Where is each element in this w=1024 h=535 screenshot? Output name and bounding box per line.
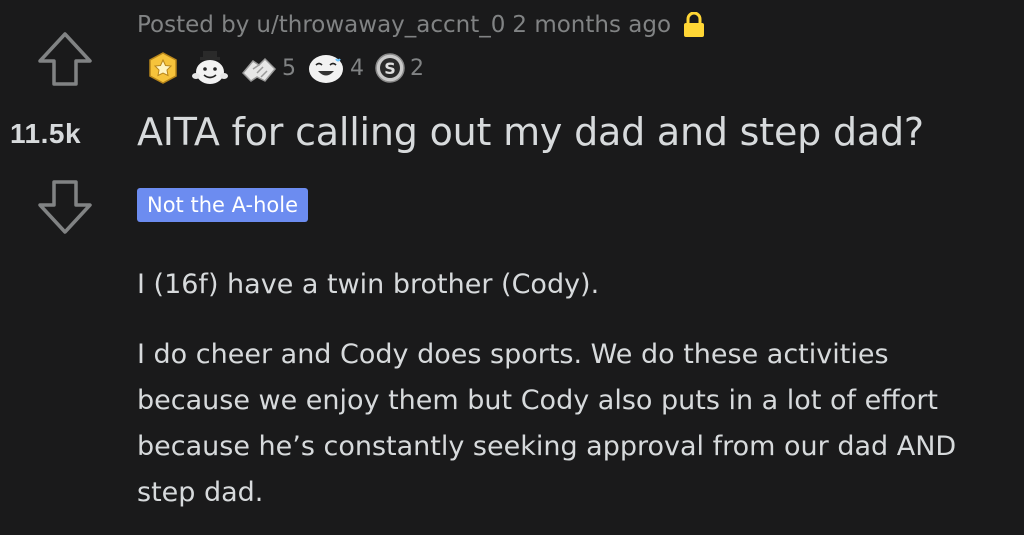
gold-medal-icon — [149, 52, 177, 84]
lock-icon — [683, 12, 705, 38]
award-silver[interactable]: S 2 — [374, 52, 424, 84]
vote-score: 11.5k — [10, 118, 82, 149]
award-laughing-count: 4 — [350, 55, 364, 81]
upvote-button[interactable] — [34, 28, 96, 90]
downvote-button[interactable] — [34, 176, 96, 238]
upvote-arrow-icon — [38, 32, 92, 86]
author-link[interactable]: u/throwaway_accnt_0 — [256, 12, 505, 38]
hands-icon — [241, 57, 277, 82]
body-paragraph: I (16f) have a twin brother (Cody). — [137, 269, 600, 300]
posted-by-prefix: Posted by — [137, 12, 250, 38]
vote-column: 11.5k — [0, 0, 128, 535]
post-body: I (16f) have a twin brother (Cody). I do… — [137, 262, 1007, 516]
svg-text:S: S — [384, 59, 396, 78]
award-silver-count: 2 — [410, 55, 424, 81]
post-flair[interactable]: Not the A-hole — [137, 188, 308, 222]
silver-coin-icon: S — [375, 53, 405, 83]
post-time: 2 months ago — [512, 12, 672, 38]
awards-row: 5 4 S 2 — [146, 50, 434, 86]
downvote-arrow-icon — [38, 180, 92, 234]
award-gold[interactable] — [146, 51, 180, 85]
laughing-face-icon — [309, 55, 343, 83]
wholesome-seal-icon — [192, 51, 228, 84]
post-title[interactable]: AITA for calling out my dad and step dad… — [137, 110, 924, 154]
body-paragraph: I do cheer and Cody does sports. We do t… — [137, 339, 957, 508]
award-hands-count: 5 — [282, 55, 296, 81]
award-wholesome[interactable] — [190, 50, 230, 86]
award-laughing[interactable]: 4 — [306, 51, 364, 85]
post-meta: Posted by u/throwaway_accnt_0 2 months a… — [137, 12, 705, 38]
award-hands[interactable]: 5 — [240, 51, 296, 85]
